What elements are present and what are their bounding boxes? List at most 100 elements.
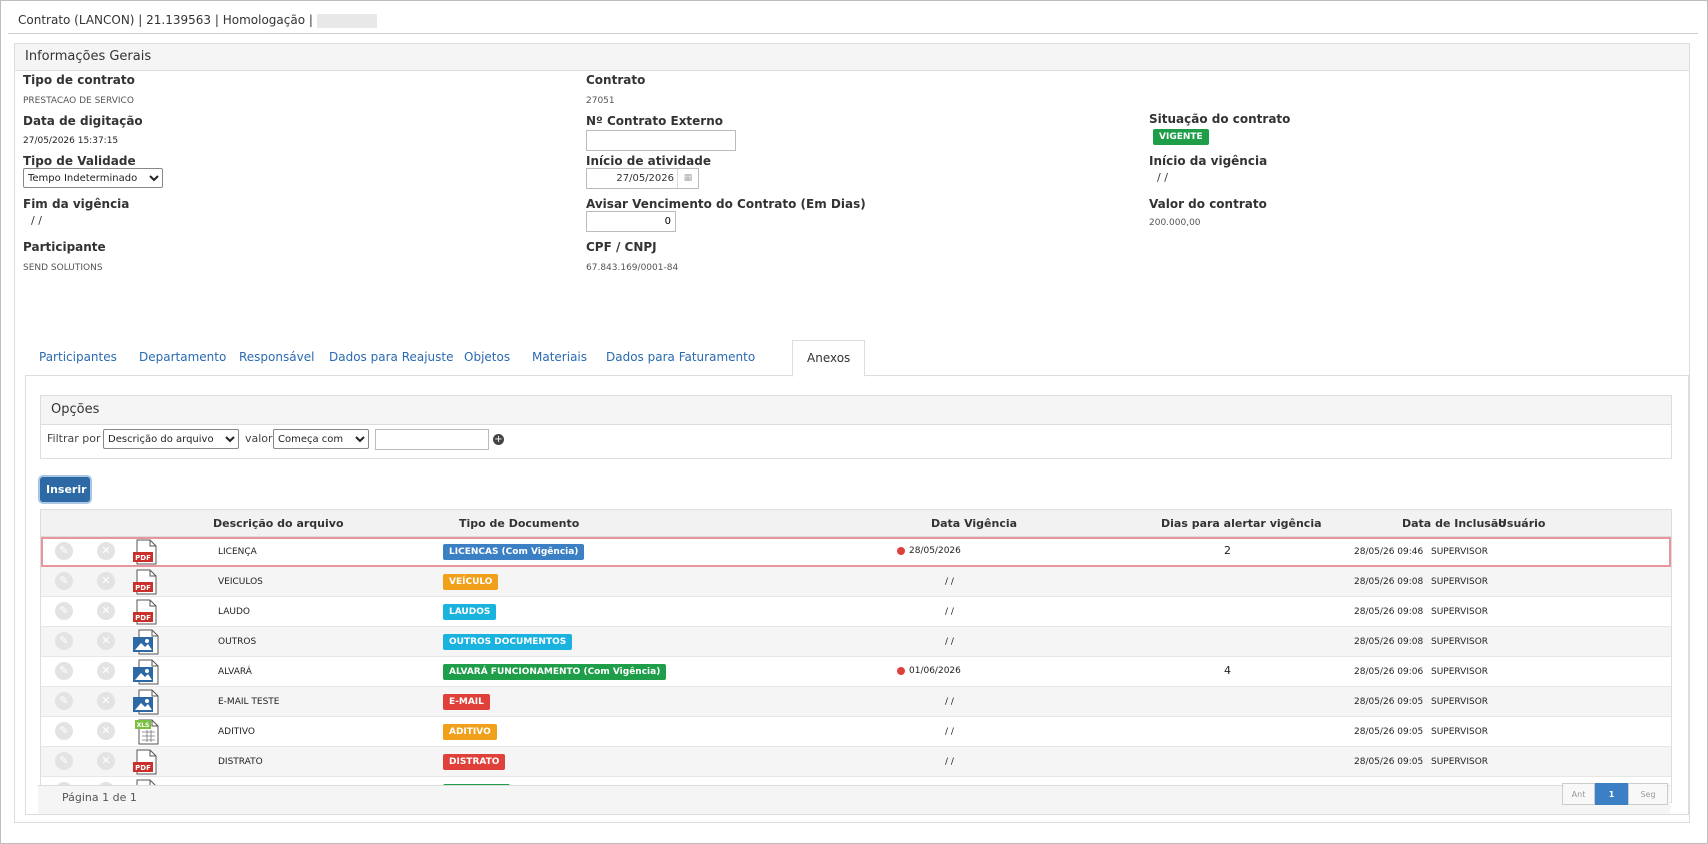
pager-page-1[interactable]: 1 <box>1595 783 1628 805</box>
value-inicio-vigencia: / / <box>1157 171 1168 184</box>
delete-icon[interactable]: ✕ <box>97 632 115 650</box>
pager-prev[interactable]: Ant <box>1562 783 1595 805</box>
cell-usuario: SUPERVISOR <box>1431 547 1489 557</box>
header-usuario[interactable]: Usuário <box>1498 517 1546 530</box>
doc-type-badge: DISTRATO <box>443 754 506 770</box>
delete-icon[interactable]: ✕ <box>97 752 115 770</box>
table-row[interactable]: ✎ ✕ PDF LICENÇA LICENCAS (Com Vigência) 28/05… <box>41 537 1671 567</box>
svg-text:XLS: XLS <box>137 722 150 729</box>
cell-data-vigencia: / / <box>945 577 954 587</box>
tab-departamento[interactable]: Departamento <box>125 340 240 375</box>
general-info-panel: Informações Gerais Tipo de contrato PRES… <box>14 43 1690 823</box>
edit-icon[interactable]: ✎ <box>55 752 73 770</box>
tab-participantes[interactable]: Participantes <box>25 340 131 375</box>
edit-icon[interactable]: ✎ <box>55 632 73 650</box>
label-contrato-externo: Nº Contrato Externo <box>586 114 724 128</box>
inicio-atividade-field[interactable]: 27/05/2026 ▦ <box>586 168 699 189</box>
delete-icon[interactable]: ✕ <box>97 692 115 710</box>
table-row[interactable]: ✎ ✕ PDF VEICULOS VEÍCULO / / 28/05/26 09:08 SUP… <box>41 567 1671 597</box>
img-file-icon[interactable] <box>133 659 159 685</box>
value-contrato: 27051 <box>586 96 615 106</box>
table-row[interactable]: ✎ ✕ XLS ADITIVO ADITIVO / / 28/05/26 09:05 SUPE… <box>41 717 1671 747</box>
tab-dados-faturamento[interactable]: Dados para Faturamento <box>592 340 769 375</box>
delete-icon[interactable]: ✕ <box>97 572 115 590</box>
doc-type-badge: LAUDOS <box>443 604 497 620</box>
edit-icon[interactable]: ✎ <box>55 572 73 590</box>
label-inicio-atividade: Início de atividade <box>586 154 711 168</box>
img-file-icon[interactable] <box>133 629 159 655</box>
delete-icon[interactable]: ✕ <box>97 722 115 740</box>
svg-text:PDF: PDF <box>135 614 151 622</box>
cell-data-vigencia: 28/05/2026 <box>897 546 961 556</box>
pager-next[interactable]: Seg <box>1628 783 1668 805</box>
table-row[interactable]: ✎ ✕ PDF DISTRATO DISTRATO / / 28/05/26 09:05 SU… <box>41 747 1671 777</box>
header-tipo-documento[interactable]: Tipo de Documento <box>459 517 579 530</box>
cell-usuario: SUPERVISOR <box>1431 727 1489 737</box>
cell-data-inclusao: 28/05/26 09:05 <box>1354 727 1424 737</box>
table-row[interactable]: ✎ ✕ E-MAIL TESTE E-MAIL / / 28/05/26 09:05 SUP… <box>41 687 1671 717</box>
add-filter-icon[interactable]: + <box>493 434 504 445</box>
tab-materiais[interactable]: Materiais <box>518 340 601 375</box>
doc-type-badge: ALVARÁ FUNCIONAMENTO (Com Vigência) <box>443 664 667 680</box>
header-dias-alertar[interactable]: Dias para alertar vigência <box>1161 517 1322 530</box>
value-valor-contrato: 200.000,00 <box>1149 218 1201 228</box>
tab-anexos[interactable]: Anexos <box>792 340 866 377</box>
label-situacao: Situação do contrato <box>1149 112 1291 126</box>
delete-icon[interactable]: ✕ <box>97 542 115 560</box>
window-title: Contrato (LANCON) | 21.139563 | Homologa… <box>18 13 313 27</box>
cell-data-inclusao: 28/05/26 09:05 <box>1354 697 1424 707</box>
tab-responsavel[interactable]: Responsável <box>225 340 328 375</box>
edit-icon[interactable]: ✎ <box>55 722 73 740</box>
label-participante: Participante <box>23 240 106 254</box>
cell-descricao: LICENÇA <box>218 547 257 557</box>
delete-icon[interactable]: ✕ <box>97 602 115 620</box>
tab-bar: Participantes Departamento Responsável D… <box>25 340 1689 377</box>
panel-title: Informações Gerais <box>15 44 1689 71</box>
img-file-icon[interactable] <box>133 689 159 715</box>
delete-icon[interactable]: ✕ <box>97 662 115 680</box>
filter-value-input[interactable] <box>375 429 489 450</box>
header-data-inclusao[interactable]: Data de Inclusão <box>1402 517 1506 530</box>
avisar-vencimento-input[interactable] <box>586 211 676 232</box>
edit-icon[interactable]: ✎ <box>55 542 73 560</box>
table-row[interactable]: ✎ ✕ OUTROS OUTROS DOCUMENTOS / / 28/05/26 09:… <box>41 627 1671 657</box>
insert-button[interactable]: Inserir <box>40 477 90 502</box>
cell-data-vigencia: / / <box>945 637 954 647</box>
filter-field-select[interactable]: Descrição do arquivo <box>103 429 239 449</box>
grid-header: Descrição do arquivo Tipo de Documento D… <box>41 510 1671 537</box>
svg-text:PDF: PDF <box>135 584 151 592</box>
header-data-vigencia[interactable]: Data Vigência <box>931 517 1017 530</box>
table-row[interactable]: ✎ ✕ PDF LAUDO LAUDOS / / 28/05/26 09:08 SUPERVI… <box>41 597 1671 627</box>
cell-data-inclusao: 28/05/26 09:08 <box>1354 577 1424 587</box>
status-badge: VIGENTE <box>1153 129 1209 145</box>
pdf-file-icon[interactable]: PDF <box>133 569 159 595</box>
edit-icon[interactable]: ✎ <box>55 692 73 710</box>
cell-data-inclusao: 28/05/26 09:05 <box>1354 757 1424 767</box>
edit-icon[interactable]: ✎ <box>55 662 73 680</box>
tipo-validade-select[interactable]: Tempo Indeterminado <box>23 168 163 188</box>
contrato-externo-input[interactable] <box>586 130 736 151</box>
header-descricao[interactable]: Descrição do arquivo <box>213 517 344 530</box>
cell-data-inclusao: 28/05/26 09:06 <box>1354 667 1424 677</box>
alert-dot <box>897 666 905 675</box>
tab-dados-reajuste[interactable]: Dados para Reajuste <box>315 340 468 375</box>
table-row[interactable]: ✎ ✕ ALVARÁ ALVARÁ FUNCIONAMENTO (Com Vigênc… <box>41 657 1671 687</box>
cell-descricao: LAUDO <box>218 607 250 617</box>
value-cpf-cnpj: 67.843.169/0001-84 <box>586 263 679 273</box>
page-info: Página 1 de 1 <box>62 791 137 804</box>
pdf-file-icon[interactable]: PDF <box>133 599 159 625</box>
cell-descricao: E-MAIL TESTE <box>218 697 280 707</box>
label-avisar-vencimento: Avisar Vencimento do Contrato (Em Dias) <box>586 197 866 211</box>
pdf-file-icon[interactable]: PDF <box>133 539 159 565</box>
tab-objetos[interactable]: Objetos <box>450 340 524 375</box>
label-tipo-validade: Tipo de Validade <box>23 154 136 168</box>
xls-file-icon[interactable]: XLS <box>133 719 159 745</box>
cell-data-vigencia: / / <box>945 757 954 767</box>
calendar-icon[interactable]: ▦ <box>677 169 698 188</box>
cell-descricao: DISTRATO <box>218 757 263 767</box>
pdf-file-icon[interactable]: PDF <box>133 749 159 775</box>
filter-operator-select[interactable]: Começa com <box>273 429 369 449</box>
edit-icon[interactable]: ✎ <box>55 602 73 620</box>
cell-usuario: SUPERVISOR <box>1431 667 1489 677</box>
label-contrato: Contrato <box>586 73 646 87</box>
